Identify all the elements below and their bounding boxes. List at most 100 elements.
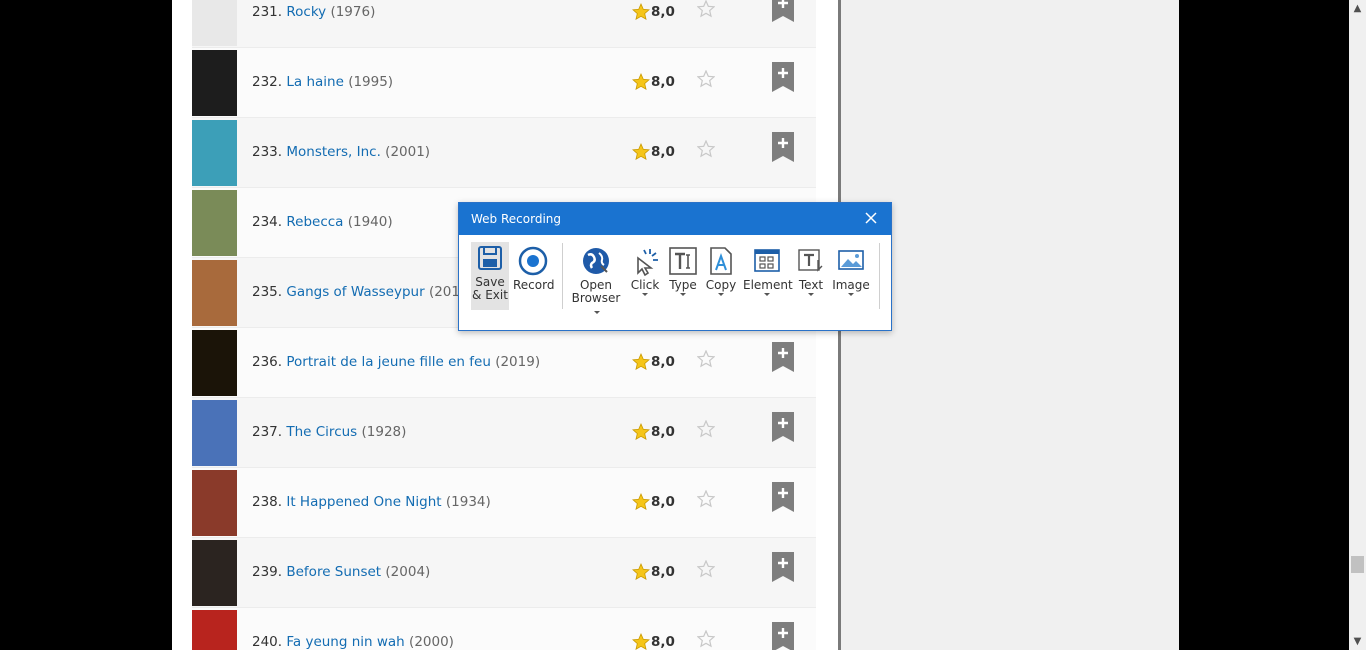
watchlist-add-icon[interactable] (772, 62, 794, 92)
vertical-scrollbar[interactable]: ▲ ▼ (1349, 0, 1366, 650)
scroll-up-arrow-icon[interactable]: ▲ (1349, 0, 1366, 17)
movie-title-link[interactable]: It Happened One Night (286, 494, 441, 510)
scroll-thumb[interactable] (1351, 556, 1364, 573)
watchlist-add-icon[interactable] (772, 0, 794, 22)
imdb-rating: 8,0 (651, 564, 675, 580)
scroll-down-arrow-icon[interactable]: ▼ (1349, 633, 1366, 650)
movie-title-link[interactable]: Fa yeung nin wah (286, 634, 404, 650)
dropdown-caret-icon (764, 293, 770, 296)
type-icon (669, 247, 697, 275)
imdb-rating: 8,0 (651, 4, 675, 20)
type-button[interactable]: Type (665, 242, 701, 310)
open-browser-label-2: Browser (571, 291, 621, 305)
open-browser-button[interactable]: Open Browser (571, 242, 621, 314)
image-icon (838, 250, 864, 270)
record-icon (518, 246, 548, 276)
watchlist-add-icon[interactable] (772, 482, 794, 512)
click-button[interactable]: Click (627, 242, 663, 310)
movie-row: 240. Fa yeung nin wah (2000) 8,0 (192, 608, 816, 650)
rate-star-outline-icon[interactable] (697, 350, 715, 368)
rate-star-outline-icon[interactable] (697, 490, 715, 508)
copy-button[interactable]: Copy (703, 242, 739, 310)
text-button[interactable]: Text (793, 242, 829, 310)
movie-title-link[interactable]: Rebecca (286, 214, 343, 230)
movie-rank: 233. (252, 144, 283, 160)
movie-title-line: 231. Rocky (1976) (252, 4, 375, 20)
toolbar-separator (879, 243, 880, 309)
dialog-title: Web Recording (471, 212, 561, 226)
movie-row: 231. Rocky (1976) 8,0 (192, 0, 816, 48)
star-filled-icon (632, 493, 650, 511)
movie-title-line: 234. Rebecca (1940) (252, 214, 393, 230)
web-recording-dialog: Web Recording Save & Exit Record Open Br… (458, 202, 892, 331)
dialog-toolbar: Save & Exit Record Open Browser Click Ty… (459, 235, 891, 330)
star-filled-icon (632, 73, 650, 91)
rate-star-outline-icon[interactable] (697, 0, 715, 18)
star-filled-icon (632, 143, 650, 161)
movie-title-link[interactable]: Gangs of Wasseypur (286, 284, 424, 300)
watchlist-add-icon[interactable] (772, 552, 794, 582)
save-exit-button[interactable]: Save & Exit (471, 242, 509, 310)
image-button[interactable]: Image (831, 242, 871, 310)
movie-rank: 237. (252, 424, 283, 440)
movie-poster[interactable] (192, 540, 237, 606)
close-icon[interactable] (863, 210, 879, 226)
movie-title-link[interactable]: Before Sunset (286, 564, 381, 580)
movie-row: 238. It Happened One Night (1934) 8,0 (192, 468, 816, 538)
copy-icon (710, 247, 732, 275)
rate-star-outline-icon[interactable] (697, 560, 715, 578)
movie-rank: 234. (252, 214, 283, 230)
movie-title-link[interactable]: The Circus (286, 424, 357, 440)
rate-star-outline-icon[interactable] (697, 70, 715, 88)
movie-year: (2019) (495, 354, 541, 370)
movie-title-link[interactable]: Portrait de la jeune fille en feu (286, 354, 491, 370)
rate-star-outline-icon[interactable] (697, 140, 715, 158)
copy-label: Copy (705, 278, 737, 292)
text-icon (798, 249, 823, 272)
movie-year: (1940) (347, 214, 393, 230)
movie-title-line: 236. Portrait de la jeune fille en feu (… (252, 354, 540, 370)
movie-row: 236. Portrait de la jeune fille en feu (… (192, 328, 816, 398)
watchlist-add-icon[interactable] (772, 132, 794, 162)
movie-title-link[interactable]: Monsters, Inc. (286, 144, 381, 160)
movie-poster[interactable] (192, 400, 237, 466)
movie-poster[interactable] (192, 330, 237, 396)
movie-row: 237. The Circus (1928) 8,0 (192, 398, 816, 468)
movie-rank: 238. (252, 494, 283, 510)
record-button[interactable]: Record (513, 242, 554, 310)
movie-poster[interactable] (192, 470, 237, 536)
movie-poster[interactable] (192, 120, 237, 186)
dropdown-caret-icon (718, 293, 724, 296)
movie-poster[interactable] (192, 50, 237, 116)
element-button[interactable]: Element (743, 242, 793, 310)
rate-star-outline-icon[interactable] (697, 630, 715, 648)
movie-poster[interactable] (192, 0, 237, 46)
dropdown-caret-icon (642, 293, 648, 296)
movie-poster[interactable] (192, 610, 237, 650)
movie-rank: 231. (252, 4, 283, 20)
movie-title-line: 240. Fa yeung nin wah (2000) (252, 634, 454, 650)
movie-year: (1995) (348, 74, 394, 90)
movie-rank: 240. (252, 634, 283, 650)
dialog-titlebar[interactable]: Web Recording (459, 203, 891, 235)
imdb-rating: 8,0 (651, 634, 675, 650)
movie-rank: 235. (252, 284, 283, 300)
movie-poster[interactable] (192, 260, 237, 326)
save-exit-label-1: Save (475, 275, 505, 289)
click-icon (637, 249, 658, 276)
watchlist-add-icon[interactable] (772, 622, 794, 650)
movie-poster[interactable] (192, 190, 237, 256)
movie-title-link[interactable]: Rocky (286, 4, 326, 20)
globe-icon (583, 248, 609, 274)
watchlist-add-icon[interactable] (772, 412, 794, 442)
movie-title-line: 237. The Circus (1928) (252, 424, 406, 440)
watchlist-add-icon[interactable] (772, 342, 794, 372)
imdb-rating: 8,0 (651, 74, 675, 90)
movie-title-link[interactable]: La haine (286, 74, 344, 90)
movie-rank: 239. (252, 564, 283, 580)
dropdown-caret-icon (808, 293, 814, 296)
imdb-rating: 8,0 (651, 494, 675, 510)
element-icon (754, 249, 780, 272)
rate-star-outline-icon[interactable] (697, 420, 715, 438)
movie-title-line: 233. Monsters, Inc. (2001) (252, 144, 430, 160)
